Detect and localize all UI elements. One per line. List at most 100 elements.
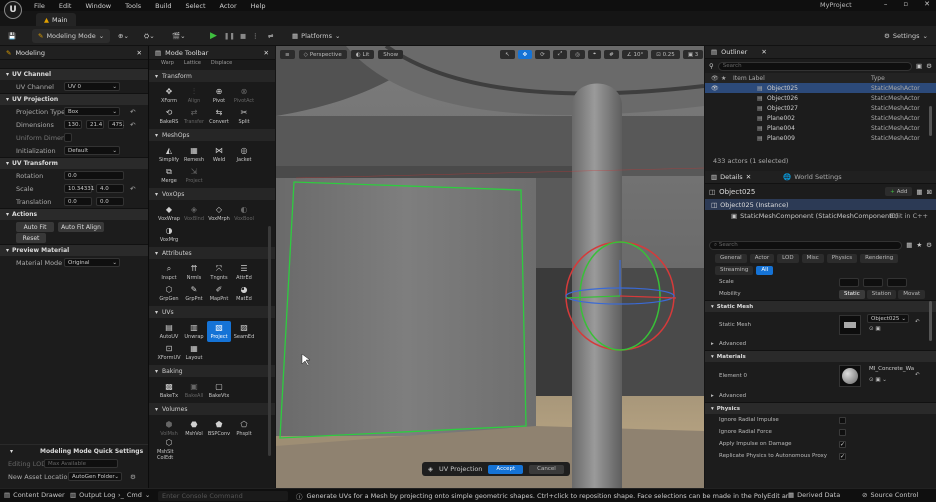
tool-autouv[interactable]: ▤ AutoUV — [157, 321, 181, 342]
translation-u-field[interactable]: 0.0 — [64, 197, 92, 206]
menu-window[interactable]: Window — [85, 2, 111, 10]
material-thumbnail[interactable] — [839, 365, 861, 387]
angle-snap-button[interactable]: ∠ 10° — [621, 50, 649, 59]
tool-remesh[interactable]: ▦ Remesh — [182, 144, 206, 165]
show-button[interactable]: Show — [378, 50, 404, 59]
checkbox-unchecked[interactable] — [839, 416, 846, 424]
gear-icon[interactable]: ⚙ — [130, 473, 136, 481]
editing-lod-select[interactable]: Max Available — [44, 459, 118, 468]
filter-all[interactable]: All — [756, 265, 774, 275]
outliner-tab[interactable]: ▤ Outliner ✕ — [705, 46, 936, 59]
category-transform[interactable]: ▾ Transform — [149, 70, 275, 82]
perspective-button[interactable]: ◇ Perspective — [298, 50, 347, 59]
tool-displace[interactable]: Displace — [211, 60, 232, 66]
tool-grppnt[interactable]: ✎ GrpPnt — [182, 283, 206, 304]
menu-build[interactable]: Build — [155, 2, 171, 10]
settings-button[interactable]: ⚙ Settings ⌄ — [884, 29, 928, 43]
tool-project[interactable]: ⇲ Project — [182, 165, 206, 186]
scale-y-field[interactable] — [863, 277, 883, 287]
material-value[interactable]: MI_Concrete_Wa — [869, 366, 914, 372]
mode-toolbar-scrollbar[interactable] — [268, 226, 271, 456]
pause-icon[interactable]: ❚❚ — [224, 29, 235, 43]
filter-misc[interactable]: Misc — [801, 253, 824, 263]
checkbox-checked[interactable]: ✓ — [839, 440, 846, 448]
pin-icon[interactable]: ★ — [721, 75, 726, 82]
tool-xformuv[interactable]: ⊡ XFormUV — [157, 342, 181, 363]
tool-mshslt-coledt[interactable]: ⬡ MshSlt ColEdt — [157, 438, 181, 461]
browse-icon[interactable]: ⊙ ▣ ⌄ — [869, 377, 887, 383]
tool-simplify[interactable]: ◭ Simplify — [157, 144, 181, 165]
initialization-select[interactable]: Default ⌄ — [64, 146, 120, 155]
close-icon[interactable]: ✕ — [924, 0, 930, 8]
lock-icon[interactable]: ⊠ — [927, 188, 932, 196]
scale-u-field[interactable]: 10.34331 — [64, 184, 94, 193]
tool-convert[interactable]: ⇆ Convert — [207, 106, 231, 127]
tool-warp[interactable]: Warp — [161, 60, 174, 66]
instance-row[interactable]: ◫ Object025 (Instance) — [705, 199, 936, 210]
tool-jacket[interactable]: ◎ Jacket — [232, 144, 256, 165]
star-icon[interactable]: ★ — [916, 241, 922, 249]
advanced-row[interactable]: ▸ Advanced — [705, 338, 936, 350]
menu-file[interactable]: File — [34, 2, 45, 10]
derived-data-button[interactable]: ▦ Derived Data — [788, 491, 841, 499]
outliner-search-input[interactable]: Search — [717, 61, 913, 71]
gear-icon[interactable]: ⚙ — [926, 241, 932, 249]
rotation-field[interactable]: 0.0 — [64, 171, 124, 180]
section-materials[interactable]: ▾ Materials — [705, 350, 936, 362]
maximize-icon[interactable]: ▫ — [903, 0, 908, 8]
tool-attred[interactable]: ☰ AttrEd — [232, 262, 256, 283]
tool-voxmrg[interactable]: ◑ VoxMrg — [157, 224, 181, 245]
tool-voxwrap[interactable]: ◆ VoxWrap — [157, 203, 181, 224]
cinematics-icon[interactable]: 🎬⌄ — [172, 29, 186, 43]
stop-icon[interactable]: ■ — [240, 29, 246, 43]
outliner-row[interactable]: 👁 ▤ Object025 StaticMeshActor — [705, 83, 936, 93]
close-icon[interactable]: ✕ — [761, 48, 766, 56]
tool-voxblnd[interactable]: ◈ VoxBlnd — [182, 203, 206, 224]
tool-pivotact[interactable]: ⊗ PivotAct — [232, 85, 256, 106]
mode-toolbar-tab[interactable]: ▤ Mode Toolbar ✕ — [149, 46, 275, 60]
tool-transfer[interactable]: ⇄ Transfer — [182, 106, 206, 127]
close-icon[interactable]: ✕ — [137, 49, 142, 57]
quick-settings-header[interactable]: ▾ Modeling Mode Quick Settings — [0, 445, 148, 457]
outliner-row[interactable]: ▤ Object027 StaticMeshActor — [705, 103, 936, 113]
menu-help[interactable]: Help — [251, 2, 266, 10]
outliner-row[interactable]: ▤ Plane002 StaticMeshActor — [705, 113, 936, 123]
level-viewport[interactable]: ≡ ◇ Perspective ◐ Lit Show ↖ ✥ ⟳ ⤢ ◎ ⌖ # ∠… — [276, 46, 704, 488]
tool-project[interactable]: ▧ Project — [207, 321, 231, 342]
filter-streaming[interactable]: Streaming — [715, 265, 754, 275]
component-row[interactable]: ▣ StaticMeshComponent (StaticMeshComponen… — [705, 210, 936, 222]
translation-v-field[interactable]: 0.0 — [96, 197, 124, 206]
outliner-row[interactable]: ▤ Object026 StaticMeshActor — [705, 93, 936, 103]
blueprint-icon[interactable]: ▦ — [916, 188, 922, 196]
source-control-button[interactable]: ⊘ Source Control — [862, 491, 919, 499]
tool-mappnt[interactable]: ✐ MapPnt — [207, 283, 231, 304]
browse-icon[interactable]: ⊙ ▣ — [869, 326, 881, 332]
uniform-dimensions-checkbox[interactable] — [64, 133, 72, 142]
modeling-tab[interactable]: ✎ Modeling ✕ — [0, 46, 148, 60]
asset-location-select[interactable]: AutoGen Folder ⌄ — [68, 472, 122, 481]
projection-type-select[interactable]: Box ⌄ — [64, 107, 120, 116]
category-attributes[interactable]: ▾ Attributes — [149, 247, 275, 259]
filter-actor[interactable]: Actor — [749, 253, 775, 263]
tool-xform[interactable]: ✥ XForm — [157, 85, 181, 106]
scale-x-field[interactable] — [839, 277, 859, 287]
auto-fit-button[interactable]: Auto Fit — [16, 222, 54, 232]
visibility-icon[interactable]: 👁 — [711, 85, 719, 92]
add-actor-icon[interactable]: ⊕⌄ — [118, 29, 129, 43]
scale-v-field[interactable]: 4.0 — [96, 184, 124, 193]
platforms-button[interactable]: ▦ Platforms ⌄ — [292, 29, 340, 43]
play-icon[interactable]: ▶ — [210, 29, 217, 43]
uv-channel-select[interactable]: UV 0 ⌄ — [64, 82, 120, 91]
launch-icon[interactable]: ⇌ — [268, 29, 273, 43]
select-mode-icon[interactable]: ↖ — [500, 50, 515, 59]
cmd-button[interactable]: ›_ Cmd ⌄ — [118, 491, 150, 499]
tool-align[interactable]: ⫶ Align — [182, 85, 206, 106]
mobility-movable[interactable]: Movat — [898, 289, 926, 299]
checkbox-checked[interactable]: ✓ — [839, 452, 846, 460]
content-drawer-button[interactable]: ▤ Content Drawer — [4, 491, 65, 499]
tool-phsplt[interactable]: ⬠ Phsplt — [232, 418, 256, 439]
world-settings-tab[interactable]: 🌐 World Settings — [783, 173, 841, 181]
mobility-stationary[interactable]: Station — [866, 289, 897, 299]
section-uv-projection[interactable]: ▾ UV Projection — [0, 93, 148, 105]
rotate-icon[interactable]: ⟳ — [535, 50, 550, 59]
